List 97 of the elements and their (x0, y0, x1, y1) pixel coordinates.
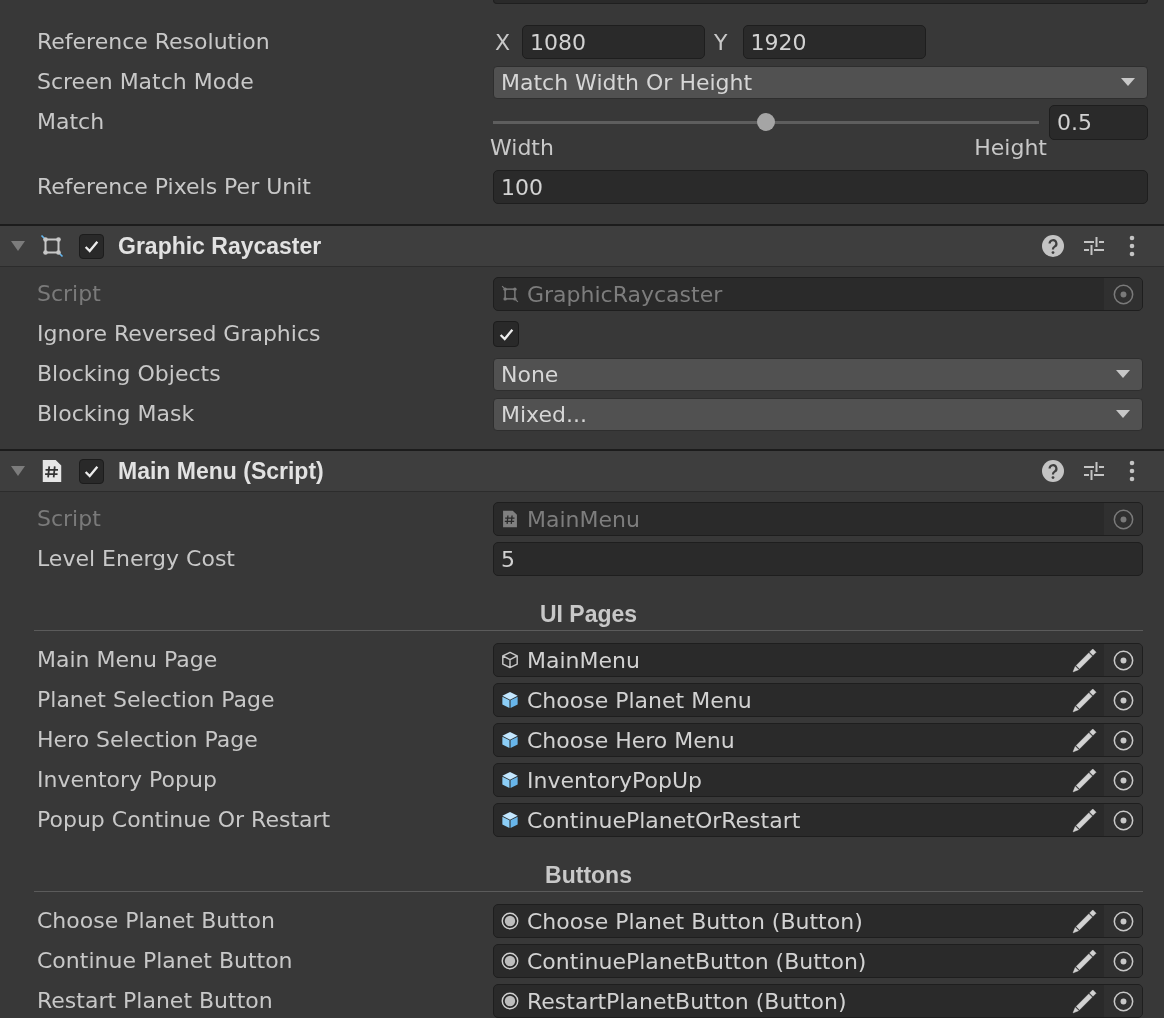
dropdown[interactable]: Mixed... (493, 397, 1143, 431)
target-icon (1112, 769, 1134, 791)
pencil-icon[interactable] (1072, 948, 1097, 974)
input-field[interactable]: 100 (493, 170, 1148, 204)
property-label: Planet Selection Page (37, 687, 275, 712)
property-label: Level Energy Cost (37, 546, 235, 571)
component-title: Graphic Raycaster (118, 232, 322, 260)
slider-min-label: Width (490, 136, 554, 160)
object-field[interactable]: Choose Planet Button (Button) (493, 904, 1143, 938)
target-icon (1112, 990, 1134, 1012)
slider-max-label: Height (974, 136, 1047, 160)
foldout-triangle-icon[interactable] (11, 240, 25, 252)
property-label: Popup Continue Or Restart (37, 807, 331, 832)
property-label: Main Menu Page (37, 647, 218, 672)
target-icon (1112, 508, 1134, 530)
checkbox[interactable] (79, 458, 104, 484)
object-field[interactable]: Choose Hero Menu (493, 723, 1143, 757)
component-header[interactable]: Graphic Raycaster (0, 224, 1164, 267)
object-field[interactable]: InventoryPopUp (493, 763, 1143, 797)
property-label: Choose Planet Button (37, 908, 275, 933)
more-icon[interactable] (1129, 235, 1135, 257)
property-label: Script (37, 281, 101, 306)
dot-ring-icon (501, 912, 519, 930)
input-field[interactable]: 1920 (742, 25, 926, 59)
property-label: Reference Pixels Per Unit (37, 174, 311, 199)
target-icon (1112, 910, 1134, 932)
component-header[interactable]: Main Menu (Script) (0, 449, 1164, 492)
checkbox[interactable] (79, 233, 104, 259)
section-heading: UI Pages (539, 600, 638, 628)
target-icon (1112, 950, 1134, 972)
object-picker-button[interactable] (1104, 945, 1142, 977)
pencil-icon[interactable] (1072, 727, 1097, 753)
hash-document-icon (501, 510, 519, 528)
cube-icon (501, 651, 519, 669)
target-icon (1112, 809, 1134, 831)
property-label: Ignore Reversed Graphics (37, 321, 321, 346)
pencil-icon[interactable] (1072, 687, 1097, 713)
section-heading: Buttons (545, 861, 632, 889)
component-title: Main Menu (Script) (118, 457, 324, 485)
square-corners-icon (40, 234, 64, 258)
property-label: Restart Planet Button (37, 988, 273, 1013)
object-field[interactable]: MainMenu (493, 643, 1143, 677)
property-label: Script (37, 506, 101, 531)
checkbox[interactable] (493, 321, 519, 347)
property-label: Blocking Objects (37, 361, 221, 386)
dot-ring-icon (501, 992, 519, 1010)
pencil-icon[interactable] (1072, 647, 1097, 673)
object-picker-button[interactable] (1104, 905, 1142, 937)
help-icon[interactable] (1042, 235, 1064, 257)
property-label: Inventory Popup (37, 767, 217, 792)
help-icon[interactable] (1042, 460, 1064, 482)
target-icon (1112, 729, 1134, 751)
object-picker-button[interactable] (1104, 724, 1142, 756)
object-field[interactable]: ContinuePlanetButton (Button) (493, 944, 1143, 978)
caret-icon (1116, 410, 1130, 418)
hash-document-icon (40, 459, 64, 483)
caret-icon (1121, 78, 1135, 86)
dot-ring-icon (501, 952, 519, 970)
sliders-icon[interactable] (1083, 460, 1105, 482)
pencil-icon[interactable] (1072, 767, 1097, 793)
axis-label: X (495, 29, 511, 55)
target-icon (1112, 689, 1134, 711)
object-picker-button[interactable] (1104, 684, 1142, 716)
dropdown[interactable]: None (493, 357, 1143, 391)
target-icon (1112, 649, 1134, 671)
property-label: Reference Resolution (37, 29, 270, 54)
cube-icon (501, 731, 519, 749)
square-corners-icon (501, 285, 519, 303)
property-label: Hero Selection Page (37, 727, 258, 752)
pencil-icon[interactable] (1072, 908, 1097, 934)
dropdown[interactable]: Match Width Or Height (493, 65, 1148, 99)
property-label: Screen Match Mode (37, 69, 254, 94)
object-picker-button[interactable] (1104, 804, 1142, 836)
sliders-icon[interactable] (1083, 235, 1105, 257)
object-field[interactable]: RestartPlanetButton (Button) (493, 984, 1143, 1018)
object-field[interactable]: Choose Planet Menu (493, 683, 1143, 717)
caret-icon (1116, 370, 1130, 378)
property-label: Continue Planet Button (37, 948, 293, 973)
object-field[interactable]: ContinuePlanetOrRestart (493, 803, 1143, 837)
input-field[interactable]: 1080 (522, 25, 706, 59)
object-picker-button[interactable] (1104, 644, 1142, 676)
pencil-icon[interactable] (1072, 988, 1097, 1014)
cube-icon (501, 811, 519, 829)
input-field[interactable]: 5 (493, 542, 1143, 576)
input-field[interactable]: 0.5 (1049, 104, 1148, 140)
object-picker-button[interactable] (1104, 764, 1142, 796)
more-icon[interactable] (1129, 460, 1135, 482)
property-label: Blocking Mask (37, 401, 195, 426)
slider-thumb[interactable] (757, 113, 775, 131)
target-icon (1112, 283, 1134, 305)
object-picker-button[interactable] (1104, 985, 1142, 1017)
axis-label: Y (714, 29, 728, 55)
cube-icon (501, 771, 519, 789)
property-label: Match (37, 109, 105, 134)
cube-icon (501, 691, 519, 709)
foldout-triangle-icon[interactable] (11, 465, 25, 477)
pencil-icon[interactable] (1072, 807, 1097, 833)
